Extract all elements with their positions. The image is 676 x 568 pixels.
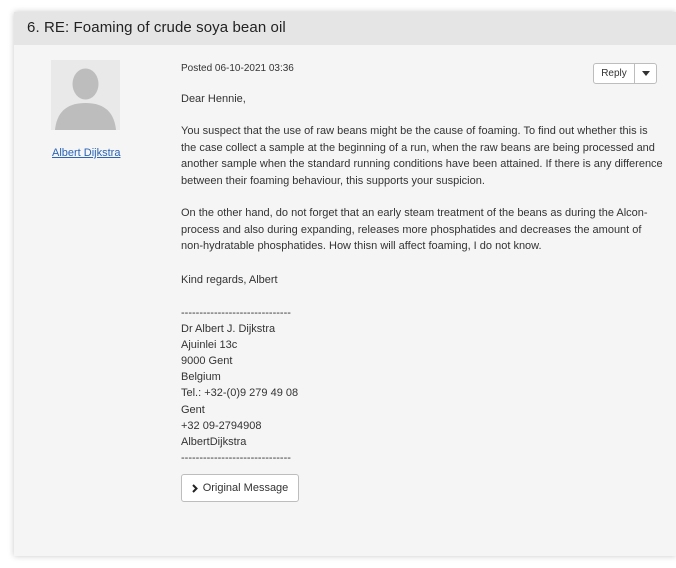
closing-text: Kind regards, Albert <box>181 274 278 286</box>
page: 6. RE: Foaming of crude soya bean oil Al… <box>0 0 676 568</box>
signature-line: Tel.: +32-(0)9 279 49 08 <box>181 387 299 400</box>
signature-separator: ------------------------------ <box>181 451 291 464</box>
signature-line: Dr Albert J. Dijkstra <box>181 323 276 336</box>
chevron-right-icon <box>191 483 198 493</box>
signature-block: ------------------------------ Dr Albert… <box>181 305 481 466</box>
reply-button[interactable]: Reply <box>594 64 635 83</box>
caret-down-icon <box>641 71 650 76</box>
greeting-text: Dear Hennie, <box>181 93 246 105</box>
signature-separator: ------------------------------ <box>181 307 291 319</box>
original-message-label: Original Message <box>202 482 289 494</box>
body-paragraph: On the other hand, do not forget that an… <box>181 207 648 252</box>
author-name-link[interactable]: Albert Dijkstra <box>52 147 120 159</box>
signature-line: Ajuinlei 13c <box>181 339 238 352</box>
reply-button-group: Reply <box>593 63 657 84</box>
signature-line: Gent <box>181 403 205 416</box>
signature-line: AlbertDijkstra <box>181 435 247 448</box>
original-message-button[interactable]: Original Message <box>181 474 299 502</box>
message-title: 6. RE: Foaming of crude soya bean oil <box>27 19 286 36</box>
signature-line: +32 09-2794908 <box>181 419 262 432</box>
avatar-silhouette-icon <box>51 60 120 130</box>
reply-options-button[interactable] <box>635 64 656 83</box>
posted-timestamp: Posted 06-10-2021 03:36 <box>181 63 294 74</box>
signature-line: Belgium <box>181 371 221 384</box>
signature-line: 9000 Gent <box>181 355 233 368</box>
body-paragraph: You suspect that the use of raw beans mi… <box>181 125 663 187</box>
default-user-avatar-icon[interactable] <box>51 60 120 130</box>
message-header: 6. RE: Foaming of crude soya bean oil <box>14 12 676 45</box>
message-card: 6. RE: Foaming of crude soya bean oil Al… <box>14 12 676 556</box>
